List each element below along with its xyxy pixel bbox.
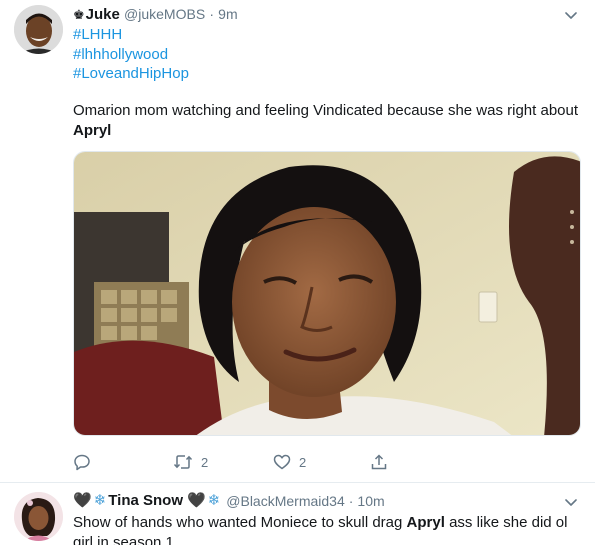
tweet-juke[interactable]: ♚Juke @jukeMOBS · 9m #LHHH #lhhhollywood… [0, 0, 595, 483]
hashtag-lhhh[interactable]: #LHHH [73, 25, 189, 45]
snowflake-icon: ❄ [207, 492, 221, 509]
retweet-count: 2 [201, 454, 209, 470]
chevron-down-icon[interactable] [561, 493, 581, 513]
tweet-photo[interactable] [73, 151, 581, 436]
avatar-tina-snow[interactable] [14, 492, 63, 541]
reply-button[interactable] [73, 452, 91, 472]
crown-icon: ♚ [73, 7, 85, 22]
chevron-down-icon[interactable] [561, 6, 581, 26]
retweet-icon [173, 455, 193, 469]
hashtag-lhhhollywood[interactable]: #lhhhollywood [73, 45, 189, 65]
tweet-text-bold: Apryl [406, 514, 445, 531]
share-button[interactable] [370, 452, 388, 472]
like-count: 2 [299, 454, 307, 470]
tweet-actions: 2 2 [73, 452, 493, 472]
retweet-button[interactable]: 2 [173, 452, 208, 472]
tweet-text-bold: Apryl [73, 122, 112, 139]
tweet-header: ♚Juke @jukeMOBS · 9m [73, 4, 238, 25]
separator-dot: · [209, 6, 214, 22]
reply-icon [74, 454, 90, 471]
author-handle[interactable]: @BlackMermaid34 [226, 491, 344, 511]
heart-icon [273, 454, 291, 470]
separator-dot: · [348, 493, 354, 509]
author-handle[interactable]: @jukeMOBS [124, 6, 205, 22]
hashtag-list: #LHHH #lhhhollywood #LoveandHipHop [73, 25, 189, 84]
tweet-text-main: Omarion mom watching and feeling Vindica… [73, 102, 579, 119]
share-icon [371, 454, 387, 470]
tweet-text: Omarion mom watching and feeling Vindica… [73, 101, 588, 141]
avatar-juke[interactable] [14, 5, 63, 54]
timestamp[interactable]: 10m [357, 491, 384, 511]
timestamp[interactable]: 9m [218, 6, 237, 22]
author-name[interactable]: Tina Snow [108, 491, 183, 511]
hashtag-loveandhiphop[interactable]: #LoveandHipHop [73, 64, 189, 84]
like-button[interactable]: 2 [273, 452, 306, 472]
black-heart-icon: 🖤 [187, 492, 206, 509]
snowflake-icon: ❄ [93, 492, 107, 509]
tweet-text: Show of hands who wanted Moniece to skul… [73, 513, 583, 545]
black-heart-icon: 🖤 [73, 492, 92, 509]
tweet-tina-snow[interactable]: 🖤 ❄ Tina Snow 🖤 ❄ @BlackMermaid34 · 10m … [0, 483, 595, 545]
author-name[interactable]: Juke [86, 6, 120, 23]
tweet-header: 🖤 ❄ Tina Snow 🖤 ❄ @BlackMermaid34 · 10m [73, 491, 385, 511]
tweet-text-pre: Show of hands who wanted Moniece to skul… [73, 514, 403, 531]
